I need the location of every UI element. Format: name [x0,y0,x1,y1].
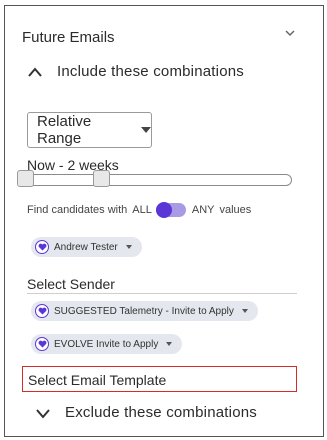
include-combinations-toggle[interactable]: Include these combinations [27,58,244,84]
match-prefix-text: Find candidates with [27,204,128,216]
range-slider-start-handle[interactable] [17,170,34,187]
panel-title: Future Emails [22,29,115,46]
chevron-up-icon [27,65,43,77]
caret-down-icon [141,127,151,133]
sender-chip-evolve[interactable]: EVOLVE Invite to Apply [31,334,183,354]
range-type-select[interactable]: Relative Range [27,112,152,148]
include-combinations-label: Include these combinations [57,62,244,80]
chevron-down-icon[interactable] [283,26,297,40]
match-mode-row: Find candidates with ALL ANY values [27,202,251,218]
sender-chip-talemetry[interactable]: SUGGESTED Talemetry - Invite to Apply [31,301,258,321]
email-template-placeholder: Select Email Template [28,372,167,388]
candidate-chip[interactable]: Andrew Tester [31,237,142,257]
range-type-value: Relative Range [37,113,92,147]
heart-icon [35,337,49,351]
match-mode-toggle[interactable] [155,202,186,218]
caret-down-icon [166,342,173,346]
toggle-knob [155,202,172,218]
range-slider-track[interactable] [21,174,292,186]
exclude-combinations-label: Exclude these combinations [65,403,257,421]
heart-icon [35,240,49,254]
sender-field-underline [27,293,297,294]
match-suffix-text: values [219,204,252,216]
match-all-label[interactable]: ALL [132,204,152,216]
caret-down-icon [125,245,132,249]
sender-chip-label: SUGGESTED Talemetry - Invite to Apply [54,305,234,317]
range-slider-end-handle[interactable] [93,170,110,187]
match-any-label[interactable]: ANY [192,204,215,216]
exclude-combinations-toggle[interactable]: Exclude these combinations [35,399,257,425]
caret-down-icon [241,309,248,313]
heart-icon [35,304,49,318]
sender-chip-label: EVOLVE Invite to Apply [54,338,159,350]
chevron-down-icon [35,406,51,419]
future-emails-panel: Future Emails Include these combinations… [4,5,324,437]
candidate-chip-label: Andrew Tester [54,241,118,253]
email-template-field[interactable]: Select Email Template [22,366,297,392]
select-sender-label: Select Sender [27,276,115,292]
